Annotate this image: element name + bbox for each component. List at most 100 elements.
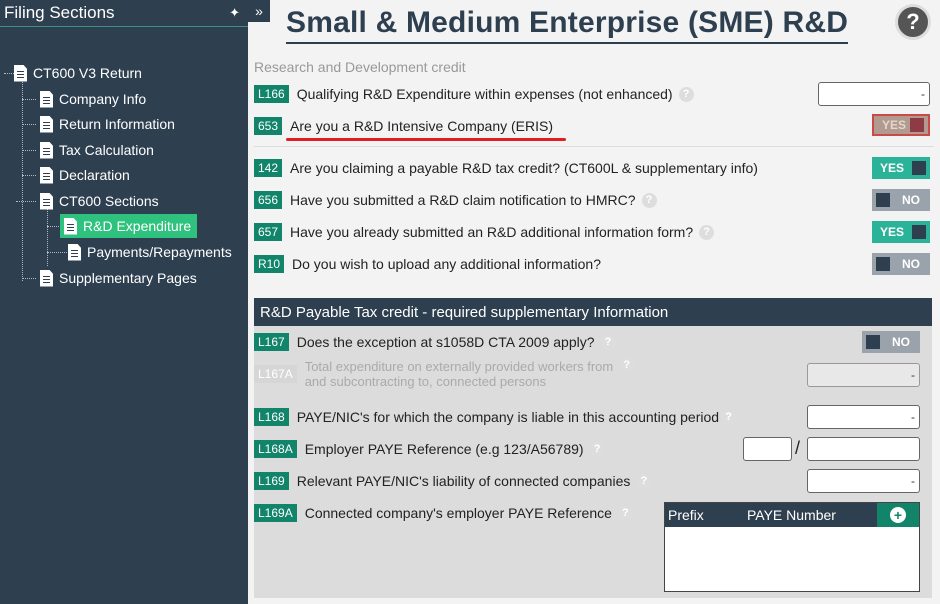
- tree-item-ct600-sections[interactable]: CT600 Sections: [40, 189, 159, 213]
- toggle-label: YES: [882, 118, 907, 132]
- tree-item-label: Supplementary Pages: [59, 270, 197, 286]
- question-text: Total expenditure on externally provided…: [304, 359, 614, 374]
- question-row-653: 653 Are you a R&D Intensive Company (ERI…: [254, 114, 553, 138]
- question-text: Have you already submitted an R&D additi…: [290, 224, 694, 240]
- toggle-label: NO: [892, 335, 910, 349]
- question-code: L167: [254, 333, 289, 351]
- help-icon[interactable]: ?: [589, 441, 605, 457]
- paye-number-input[interactable]: [807, 437, 920, 461]
- question-row-142: 142 Are you claiming a payable R&D tax c…: [254, 156, 758, 180]
- tree-item-ct600-return[interactable]: CT600 V3 Return: [14, 61, 142, 85]
- section-label: Research and Development credit: [254, 59, 466, 75]
- panel-title: R&D Payable Tax credit - required supple…: [254, 298, 932, 326]
- column-header-prefix: Prefix: [668, 507, 704, 523]
- document-icon: [14, 64, 27, 82]
- tree-item-supplementary-pages[interactable]: Supplementary Pages: [40, 266, 197, 290]
- l169-amount-input[interactable]: -: [807, 469, 920, 493]
- document-icon: [40, 269, 53, 287]
- sidebar-header: Filing Sections ✦: [0, 0, 248, 27]
- tree-item-label: Payments/Repayments: [87, 244, 232, 260]
- tree-item-label: CT600 V3 Return: [33, 65, 142, 81]
- document-icon: [40, 90, 53, 108]
- sidebar-title: Filing Sections: [4, 3, 115, 22]
- tree-item-label: R&D Expenditure: [83, 218, 192, 234]
- question-text: and subcontracting to, connected persons: [304, 374, 547, 389]
- tree-line: [22, 99, 36, 100]
- help-icon[interactable]: ?: [617, 505, 633, 521]
- claim-notification-toggle[interactable]: NO: [872, 189, 930, 211]
- toggle-knob: [876, 193, 890, 207]
- additional-info-form-toggle[interactable]: YES: [872, 221, 930, 243]
- question-code: L169A: [254, 504, 297, 522]
- question-code: L169: [254, 472, 289, 490]
- tree-item-company-info[interactable]: Company Info: [40, 87, 146, 111]
- question-text: Employer PAYE Reference (e.g 123/A56789): [304, 441, 584, 457]
- upload-info-toggle[interactable]: NO: [872, 253, 930, 275]
- question-text: Qualifying R&D Expenditure within expens…: [296, 86, 673, 102]
- question-row-r10: R10 Do you wish to upload any additional…: [254, 252, 601, 276]
- tree-line: [47, 226, 59, 227]
- pin-icon[interactable]: ✦: [229, 5, 240, 21]
- tree-item-declaration[interactable]: Declaration: [40, 163, 130, 187]
- tree-item-label: Tax Calculation: [59, 142, 154, 158]
- question-row-l166: L166 Qualifying R&D Expenditure within e…: [254, 82, 694, 106]
- l168-amount-input[interactable]: -: [807, 405, 920, 429]
- question-code: 653: [254, 117, 283, 135]
- question-row-l168a: L168A Employer PAYE Reference (e.g 123/A…: [254, 437, 605, 461]
- document-icon: [40, 166, 53, 184]
- exception-toggle[interactable]: NO: [862, 331, 920, 353]
- document-icon: [68, 243, 81, 261]
- tree-item-label: Company Info: [59, 91, 147, 107]
- document-icon: [40, 141, 53, 159]
- tree-line: [22, 124, 36, 125]
- question-code: L166: [254, 85, 289, 103]
- toggle-knob: [876, 257, 890, 271]
- filing-sections-sidebar: Filing Sections ✦ CT600 V3 Return Compan…: [0, 0, 248, 604]
- l167a-amount-input[interactable]: -: [807, 363, 920, 387]
- help-icon[interactable]: ?: [600, 334, 616, 350]
- help-icon[interactable]: ?: [699, 224, 715, 240]
- tree-line: [22, 150, 36, 151]
- tree-item-return-information[interactable]: Return Information: [40, 112, 175, 136]
- question-row-656: 656 Have you submitted a R&D claim notif…: [254, 188, 657, 212]
- tree-item-payments-repayments[interactable]: Payments/Repayments: [68, 240, 232, 264]
- tree-line: [22, 175, 36, 176]
- help-icon[interactable]: ?: [895, 4, 931, 40]
- question-text: Does the exception at s1058D CTA 2009 ap…: [296, 334, 595, 350]
- question-text: PAYE/NIC's for which the company is liab…: [296, 409, 720, 425]
- red-underline-annotation: [286, 138, 566, 141]
- eris-toggle[interactable]: YES: [872, 114, 930, 136]
- help-icon[interactable]: ?: [641, 192, 657, 208]
- table-header: Prefix PAYE Number +: [665, 503, 919, 527]
- question-code: L168: [254, 408, 289, 426]
- question-code: L167A: [254, 365, 297, 383]
- question-row-l167: L167 Does the exception at s1058D CTA 20…: [254, 330, 616, 354]
- question-text: Are you a R&D Intensive Company (ERIS): [290, 118, 554, 134]
- divider: [254, 146, 934, 147]
- tree-item-label: CT600 Sections: [59, 193, 159, 209]
- payable-credit-toggle[interactable]: YES: [872, 157, 930, 179]
- page-title: Small & Medium Enterprise (SME) R&D: [286, 4, 849, 44]
- question-text: Have you submitted a R&D claim notificat…: [290, 192, 636, 208]
- toggle-label: NO: [902, 193, 920, 207]
- tree-line: [47, 252, 67, 253]
- help-icon[interactable]: ?: [619, 358, 635, 373]
- l166-amount-input[interactable]: -: [818, 82, 930, 106]
- help-icon[interactable]: ?: [636, 473, 652, 489]
- tree-item-rd-expenditure[interactable]: R&D Expenditure: [60, 214, 198, 238]
- tree-line: [22, 73, 23, 281]
- help-icon[interactable]: ?: [678, 86, 694, 102]
- help-icon[interactable]: ?: [721, 409, 737, 425]
- question-code: 657: [254, 223, 283, 241]
- tree-item-tax-calculation[interactable]: Tax Calculation: [40, 138, 154, 162]
- question-text: Connected company's employer PAYE Refere…: [304, 505, 612, 521]
- tree-line: [16, 201, 36, 202]
- paye-prefix-input[interactable]: [743, 437, 792, 461]
- tree-item-label: Declaration: [59, 167, 130, 183]
- add-row-button[interactable]: +: [877, 503, 919, 527]
- question-code: R10: [254, 255, 285, 273]
- separator-slash: /: [795, 438, 801, 458]
- toggle-knob: [912, 225, 926, 239]
- question-row-l169: L169 Relevant PAYE/NIC's liability of co…: [254, 469, 652, 493]
- tree-line: [22, 278, 36, 279]
